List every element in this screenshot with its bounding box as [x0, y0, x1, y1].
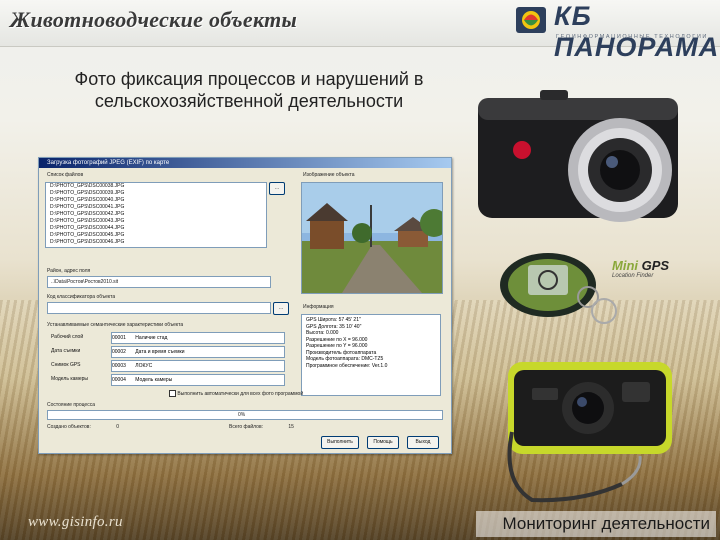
header-bar: Животноводческие объекты КБ ПАНОРАМА ГЕО…	[0, 0, 720, 62]
logo-subtitle: ГЕОИНФОРМАЦИОННЫЕ ТЕХНОЛОГИИ	[556, 34, 708, 40]
param-select[interactable]: 00003 ЛОКУС	[111, 360, 285, 372]
param-row: Рабочий слой 00001 Наличие стад	[47, 332, 287, 344]
total-count: Всего файлов: 15	[229, 424, 294, 430]
param-label: Рабочий слой	[51, 334, 84, 340]
param-label: Дата съемки	[51, 348, 81, 354]
checkbox-icon[interactable]	[169, 390, 176, 397]
param-code: 00003	[112, 363, 126, 369]
digital-camera-icon	[478, 90, 678, 222]
param-select[interactable]: 00004 Модель камеры	[111, 374, 285, 386]
param-row: Снимок GPS 00003 ЛОКУС	[47, 360, 287, 372]
param-value: Модель камеры	[135, 377, 173, 383]
logo-mark-icon	[516, 7, 546, 33]
list-item[interactable]: D:\PHOTO_GPS\DSC00038.JPG	[46, 183, 266, 190]
map-label: Район, адрес поля	[47, 268, 91, 274]
list-item[interactable]: D:\PHOTO_GPS\DSC00040.JPG	[46, 197, 266, 204]
photo-preview	[301, 182, 443, 294]
window-title: Загрузка фотографий JPEG (EXIF) по карте	[39, 158, 451, 168]
mini-gps-brand: Mini GPS	[612, 258, 669, 273]
panorama-logo: КБ ПАНОРАМА ГЕОИНФОРМАЦИОННЫЕ ТЕХНОЛОГИИ	[514, 1, 718, 62]
page-title: Животноводческие объекты	[10, 7, 298, 32]
classifier-label: Код классификатора объекта	[47, 294, 116, 300]
progress-value: 0%	[238, 412, 246, 418]
classifier-field[interactable]	[47, 302, 271, 314]
list-item[interactable]: D:\PHOTO_GPS\DSC00042.JPG	[46, 211, 266, 218]
progress-bar: 0%	[47, 410, 443, 420]
gps-subtitle: Location Finder	[612, 273, 654, 279]
village-photo-icon	[302, 183, 442, 293]
total-label: Всего файлов:	[229, 424, 263, 430]
param-label: Модель камеры	[51, 376, 89, 382]
param-select[interactable]: 00002 Дата и время съемки	[111, 346, 285, 358]
file-list-label: Список файлов	[47, 172, 84, 178]
param-value: ЛОКУС	[135, 363, 153, 369]
info-panel: GPS Широта: 57 45' 21" GPS Долгота: 35 1…	[301, 314, 441, 396]
list-item[interactable]: D:\PHOTO_GPS\DSC00039.JPG	[46, 190, 266, 197]
params-label: Устанавливаемые семантические характерис…	[47, 322, 184, 328]
created-label: Создано объектов:	[47, 424, 91, 430]
param-label: Снимок GPS	[51, 362, 81, 368]
progress-label: Состояние процесса	[47, 402, 95, 408]
classifier-browse-button[interactable]: …	[273, 302, 289, 315]
footer-caption: Мониторинг деятельности	[502, 514, 710, 533]
param-select[interactable]: 00001 Наличие стад	[111, 332, 285, 344]
map-path-value: ..\Data\Ростов\Ростов2010.sit	[51, 279, 119, 285]
mini-gps-device-icon	[500, 253, 617, 324]
preview-label: Изображение объекта	[303, 172, 355, 178]
param-row: Дата съемки 00002 Дата и время съемки	[47, 346, 287, 358]
total-value: 15	[288, 424, 294, 430]
exit-button[interactable]: Выход	[407, 436, 439, 449]
param-code: 00002	[112, 349, 126, 355]
param-value: Дата и время съемки	[135, 349, 185, 355]
map-path-select[interactable]: ..\Data\Ростов\Ростов2010.sit	[47, 276, 271, 288]
auto-checkbox-label: Выполнить автоматически для всех фото пр…	[177, 390, 304, 397]
rugged-camera-icon	[507, 362, 672, 503]
logo-text: КБ ПАНОРАМА	[554, 1, 720, 62]
add-file-button[interactable]: …	[269, 182, 285, 195]
footer-caption-box: Мониторинг деятельности	[476, 511, 716, 537]
param-row: Модель камеры 00004 Модель камеры	[47, 374, 287, 386]
created-value: 0	[116, 424, 120, 430]
created-count: Создано объектов: 0	[47, 424, 119, 430]
param-code: 00001	[112, 335, 126, 341]
list-item[interactable]: D:\PHOTO_GPS\DSC00044.JPG	[46, 225, 266, 232]
info-label: Информация	[303, 304, 334, 310]
slide-subtitle: Фото фиксация процессов и нарушений в се…	[74, 69, 424, 111]
file-list[interactable]: D:\PHOTO_GPS\DSC00038.JPG D:\PHOTO_GPS\D…	[45, 182, 267, 248]
list-item[interactable]: D:\PHOTO_GPS\DSC00041.JPG	[46, 204, 266, 211]
param-code: 00004	[112, 377, 126, 383]
list-item[interactable]: D:\PHOTO_GPS\DSC00043.JPG	[46, 218, 266, 225]
footer-url: www.gisinfo.ru	[28, 514, 123, 530]
run-button[interactable]: Выполнить	[321, 436, 359, 449]
gps-brand-bold: GPS	[641, 258, 670, 273]
photo-import-window: Загрузка фотографий JPEG (EXIF) по карте…	[38, 157, 452, 454]
list-item[interactable]: D:\PHOTO_GPS\DSC00045.JPG	[46, 232, 266, 239]
help-button[interactable]: Помощь	[367, 436, 399, 449]
gps-brand-word: Mini	[612, 258, 638, 273]
auto-checkbox[interactable]: Выполнить автоматически для всех фото пр…	[169, 390, 303, 397]
info-line: Программное обеспечение: Ver.1.0	[306, 362, 388, 369]
param-value: Наличие стад	[135, 335, 168, 341]
list-item[interactable]: D:\PHOTO_GPS\DSC00046.JPG	[46, 239, 266, 246]
